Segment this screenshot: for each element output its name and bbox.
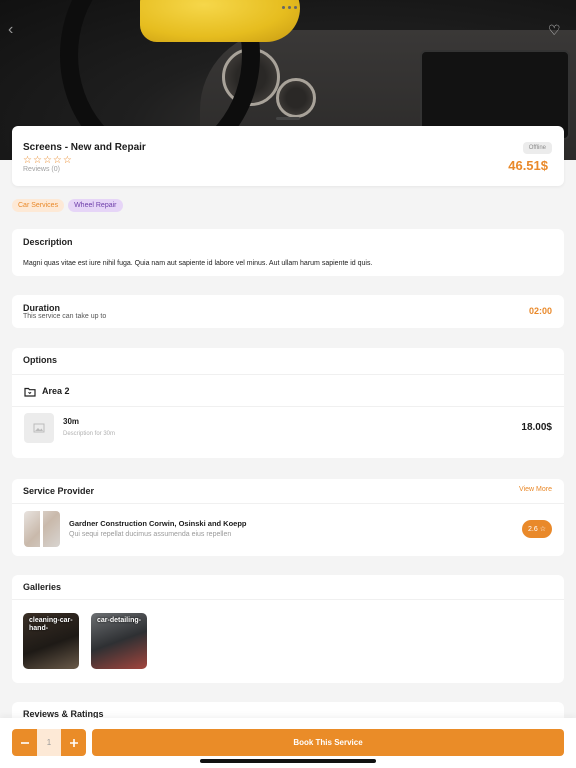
duration-card: Duration This service can take up to 02:… bbox=[12, 295, 564, 328]
star-icon: ☆ bbox=[539, 526, 546, 533]
heart-icon[interactable]: ♡ bbox=[548, 22, 564, 38]
provider-section-title: Service Provider bbox=[23, 486, 95, 496]
option-group-label[interactable]: Area 2 bbox=[42, 386, 70, 396]
duration-title: Duration bbox=[23, 303, 60, 313]
gallery-item[interactable]: cleaning-car-hand- bbox=[23, 613, 79, 669]
folder-icon bbox=[24, 387, 36, 397]
provider-name[interactable]: Gardner Construction Corwin, Osinski and… bbox=[69, 519, 247, 528]
service-provider-card: Service Provider View More Gardner Const… bbox=[12, 479, 564, 556]
star-icon: ☆ bbox=[62, 155, 72, 166]
reviews-count: Reviews (0) bbox=[23, 166, 60, 173]
carousel-indicator bbox=[276, 117, 300, 120]
chip-car-services[interactable]: Car Services bbox=[12, 199, 65, 212]
provider-rating-badge: 2.6 ☆ bbox=[522, 520, 552, 538]
decrement-button[interactable] bbox=[12, 729, 37, 756]
plus-icon bbox=[69, 738, 78, 747]
service-price: 46.51$ bbox=[508, 158, 548, 173]
cleaning-cloth bbox=[140, 0, 300, 42]
chip-wheel-repair[interactable]: Wheel Repair bbox=[68, 199, 123, 212]
service-header-card: Screens - New and Repair ☆ ☆ ☆ ☆ ☆ Revie… bbox=[12, 126, 564, 186]
view-more-link[interactable]: View More bbox=[519, 486, 552, 493]
minus-icon bbox=[20, 741, 29, 744]
service-title: Screens - New and Repair bbox=[23, 142, 146, 153]
gallery-item[interactable]: car-detailing- bbox=[91, 613, 147, 669]
options-title: Options bbox=[23, 355, 57, 365]
duration-value: 02:00 bbox=[528, 306, 552, 316]
option-price: 18.00$ bbox=[521, 422, 552, 433]
divider bbox=[12, 503, 564, 504]
image-placeholder-icon bbox=[33, 423, 45, 433]
option-thumbnail bbox=[24, 413, 54, 443]
divider bbox=[12, 406, 564, 407]
back-arrow-icon[interactable]: ‹ bbox=[8, 22, 24, 38]
duration-subtitle: This service can take up to bbox=[23, 313, 107, 320]
gallery-item-label: car-detailing- bbox=[97, 617, 141, 624]
description-title: Description bbox=[23, 237, 73, 247]
divider bbox=[12, 374, 564, 375]
description-card: Description Magni quas vitae est iure ni… bbox=[12, 229, 564, 276]
provider-description: Qui sequi repellat ducimus assumenda eiu… bbox=[69, 531, 232, 538]
drag-handle-icon bbox=[282, 6, 297, 9]
gallery-item-label: cleaning-car-hand- bbox=[29, 617, 73, 632]
rating-stars: ☆ ☆ ☆ ☆ ☆ bbox=[23, 156, 72, 166]
provider-rating: 2.6 bbox=[528, 526, 538, 533]
increment-button[interactable] bbox=[61, 729, 86, 756]
home-indicator bbox=[200, 759, 376, 763]
star-icon: ☆ bbox=[52, 155, 62, 166]
star-icon: ☆ bbox=[32, 155, 42, 166]
status-badge: Offline bbox=[522, 142, 552, 154]
option-name[interactable]: 30m bbox=[63, 417, 79, 426]
quantity-value[interactable]: 1 bbox=[37, 729, 61, 756]
galleries-title: Galleries bbox=[23, 582, 62, 592]
star-icon: ☆ bbox=[23, 155, 32, 166]
galleries-card: Galleries cleaning-car-hand- car-detaili… bbox=[12, 575, 564, 683]
rpm-gauge bbox=[276, 78, 316, 118]
options-card: Options Area 2 30m Description for 30m 1… bbox=[12, 348, 564, 458]
divider bbox=[12, 599, 564, 600]
description-text: Magni quas vitae est iure nihil fuga. Qu… bbox=[23, 260, 373, 267]
category-chips: Car Services Wheel Repair bbox=[12, 199, 123, 212]
star-icon: ☆ bbox=[42, 155, 52, 166]
provider-avatar[interactable] bbox=[24, 511, 60, 547]
book-service-button[interactable]: Book This Service bbox=[92, 729, 564, 756]
quantity-stepper: 1 bbox=[12, 729, 86, 756]
option-description: Description for 30m bbox=[63, 431, 116, 437]
